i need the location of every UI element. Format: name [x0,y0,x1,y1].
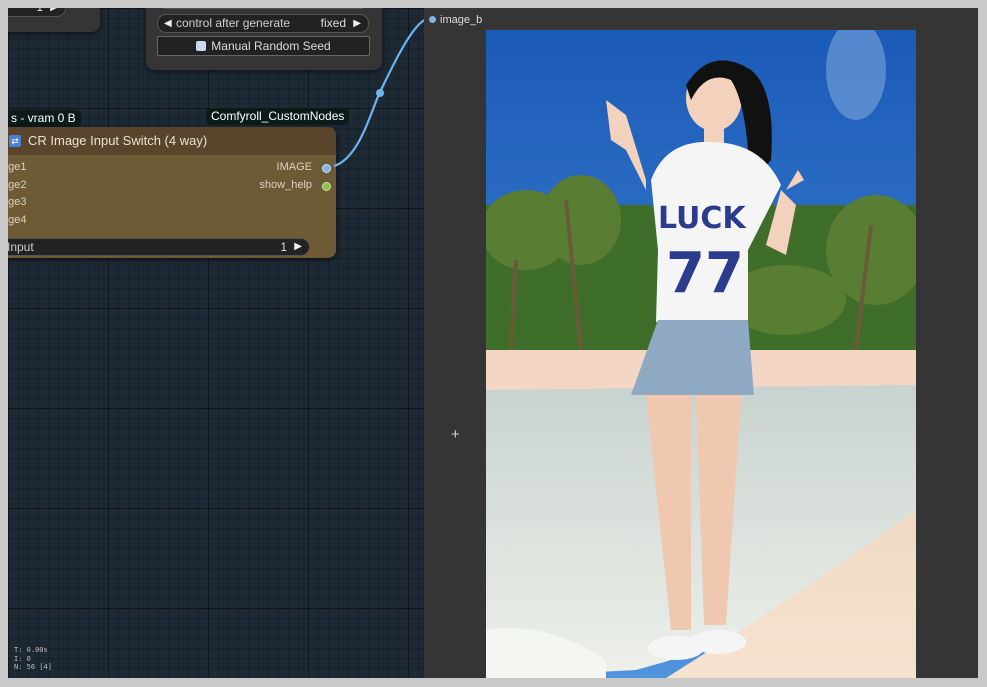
partial-node-top-left[interactable]: 1 ▶ [8,8,100,32]
render-stats: T: 0.00s I: 0 N: 56 [4] [14,646,52,672]
shuffle-icon: ⇄ [9,135,21,147]
input-slot-image2[interactable]: age2 [8,179,26,191]
seed-widget[interactable]: ◀ seed 1040344134401327 ▶ [157,8,369,9]
output-slot-show-help-dot[interactable] [322,182,331,191]
dice-icon [196,41,207,51]
increment-arrow-icon[interactable]: ▶ [294,239,302,255]
control-after-generate-widget[interactable]: ◀ control after generate fixed ▶ [157,14,369,33]
decrement-arrow-icon[interactable]: ◀ [164,15,172,32]
input-slot-image3[interactable]: age3 [8,196,26,208]
vram-badge: s - vram 0 B [8,110,81,127]
output-slot-image-dot[interactable] [322,164,331,173]
input-selector-widget[interactable]: Input 1 ▶ [8,238,310,256]
node-title: CR Image Input Switch (4 way) [28,133,208,148]
input-widget-value: 1 [280,240,287,254]
svg-text:LUCK: LUCK [658,201,747,236]
increment-arrow-icon[interactable]: ▶ [50,8,58,16]
seed-node[interactable]: ◀ seed 1040344134401327 ▶ ◀ control afte… [146,8,382,70]
cr-image-input-switch-node[interactable]: ⇄ CR Image Input Switch (4 way) age1 age… [8,127,336,258]
stats-line-n: N: 56 [4] [14,663,52,671]
manual-random-seed-label: Manual Random Seed [211,39,331,53]
output-slot-image-label: IMAGE [276,161,312,173]
input-widget-label: Input [8,240,34,254]
node-graph-canvas[interactable]: 1 ▶ ◀ seed 1040344134401327 ▶ ◀ control … [8,8,424,678]
crosshair-cursor-icon: + [451,426,460,443]
input-slot-image-b-dot[interactable] [429,16,436,23]
manual-random-seed-button[interactable]: Manual Random Seed [157,36,370,56]
control-value: fixed [320,16,346,30]
input-slot-image1[interactable]: age1 [8,161,26,173]
custom-nodes-badge: Comfyroll_CustomNodes [206,108,350,125]
stats-line-i: I: 0 [14,654,31,663]
value-widget-value: 1 [36,8,43,16]
node-title-bar[interactable]: ⇄ CR Image Input Switch (4 way) [8,127,336,155]
preview-image: LUCK 77 [486,30,916,678]
svg-text:77: 77 [666,241,744,306]
control-label: control after generate [176,16,291,30]
input-slot-image4[interactable]: age4 [8,214,26,226]
value-widget[interactable]: 1 ▶ [8,8,66,17]
stats-line-time: T: 0.00s [14,646,48,654]
increment-arrow-icon[interactable]: ▶ [353,15,361,32]
comfyui-window: 1 ▶ ◀ seed 1040344134401327 ▶ ◀ control … [8,8,978,678]
input-slot-image-b-label: image_b [440,14,483,26]
output-slot-show-help-label: show_help [259,179,312,191]
